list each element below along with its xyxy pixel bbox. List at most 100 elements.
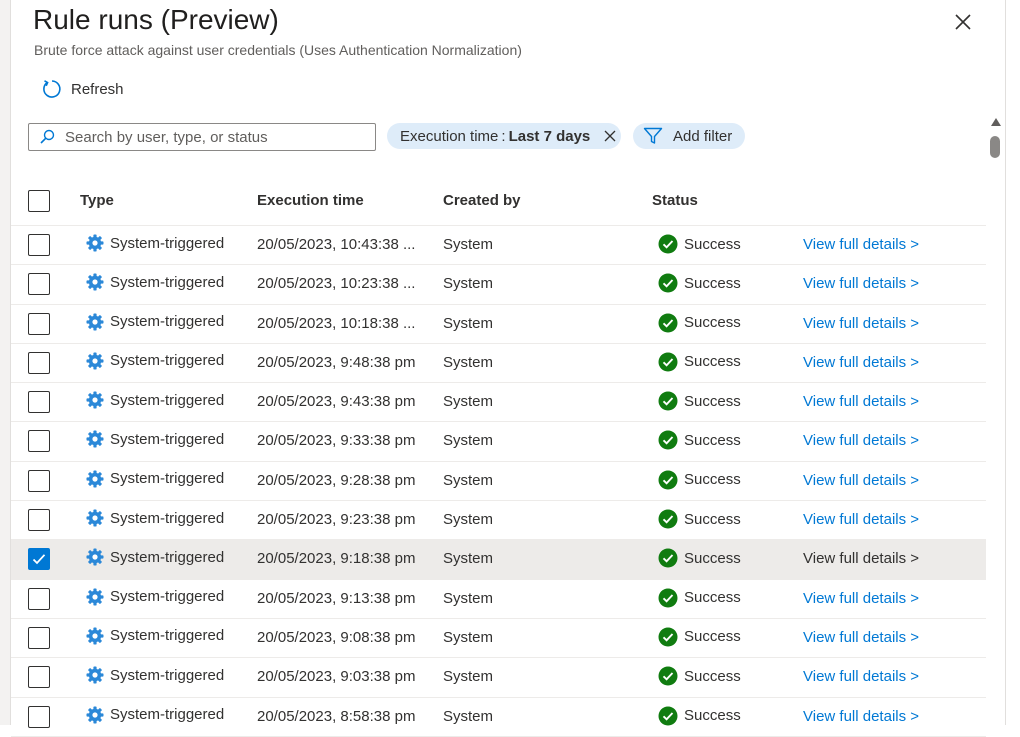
- created-by-cell: System: [443, 275, 494, 293]
- refresh-button[interactable]: Refresh: [41, 78, 124, 100]
- table-row[interactable]: System-triggered 20/05/2023, 9:28:38 pm Sy…: [11, 462, 986, 502]
- execution-time-cell: 20/05/2023, 9:28:38 pm: [257, 471, 416, 489]
- table-row[interactable]: System-triggered 20/05/2023, 10:23:38 ...…: [11, 265, 986, 305]
- row-checkbox[interactable]: [28, 587, 50, 610]
- check-circle-icon: [658, 588, 678, 608]
- table-row[interactable]: System-triggered 20/05/2023, 9:13:38 pm Sy…: [11, 580, 986, 619]
- type-label: System-triggered: [110, 509, 225, 527]
- status-label: Success: [684, 235, 741, 253]
- table-row[interactable]: System-triggered 20/05/2023, 9:43:38 pm Sy…: [11, 383, 986, 423]
- status-label: Success: [684, 707, 741, 725]
- table-row[interactable]: System-triggered 20/05/2023, 9:48:38 pm Sy…: [11, 344, 986, 384]
- table-row[interactable]: System-triggered 20/05/2023, 8:58:38 pm Sy…: [11, 698, 986, 737]
- table-row[interactable]: System-triggered 20/05/2023, 10:43:38 ...…: [11, 226, 986, 266]
- column-header-created-by[interactable]: Created by: [443, 192, 521, 209]
- status-cell: Success: [658, 273, 741, 293]
- type-cell: System-triggered: [86, 352, 224, 370]
- row-checkbox[interactable]: [28, 351, 50, 374]
- status-cell: Success: [658, 509, 741, 529]
- row-checkbox[interactable]: [28, 705, 50, 728]
- view-full-details-link[interactable]: View full details >: [803, 236, 919, 253]
- view-full-details-link[interactable]: View full details >: [803, 511, 919, 528]
- table-row[interactable]: System-triggered 20/05/2023, 9:03:38 pm Sy…: [11, 658, 986, 698]
- close-icon: [955, 14, 971, 30]
- table-row[interactable]: System-triggered 20/05/2023, 10:18:38 ...…: [11, 305, 986, 344]
- created-by-cell: System: [443, 668, 494, 686]
- check-circle-icon: [658, 666, 678, 686]
- check-circle-icon: [658, 706, 678, 726]
- created-by-cell: System: [443, 550, 494, 568]
- execution-time-cell: 20/05/2023, 9:03:38 pm: [257, 668, 416, 686]
- gear-icon: [86, 509, 104, 527]
- row-checkbox[interactable]: [28, 666, 50, 689]
- view-full-details-link[interactable]: View full details >: [803, 668, 919, 685]
- column-header-type[interactable]: Type: [80, 192, 114, 209]
- gear-icon: [86, 706, 104, 724]
- view-full-details-link[interactable]: View full details >: [803, 315, 919, 332]
- execution-time-cell: 20/05/2023, 10:43:38 ...: [257, 236, 416, 253]
- view-full-details-link[interactable]: View full details >: [803, 432, 919, 449]
- status-label: Success: [684, 431, 741, 449]
- status-cell: Success: [658, 666, 741, 686]
- view-full-details-link[interactable]: View full details >: [803, 275, 919, 292]
- column-header-status[interactable]: Status: [652, 192, 698, 209]
- view-full-details-link[interactable]: View full details >: [803, 590, 919, 607]
- check-circle-icon: [658, 391, 678, 411]
- created-by-cell: System: [443, 314, 494, 332]
- type-cell: System-triggered: [86, 666, 224, 684]
- view-full-details-link[interactable]: View full details >: [803, 708, 919, 725]
- row-checkbox[interactable]: [28, 273, 50, 296]
- type-label: System-triggered: [110, 234, 225, 252]
- view-full-details-link[interactable]: View full details >: [803, 629, 919, 646]
- add-filter-button[interactable]: Add filter: [633, 123, 745, 149]
- table-row[interactable]: System-triggered 20/05/2023, 9:23:38 pm Sy…: [11, 501, 986, 541]
- search-input[interactable]: [63, 127, 367, 147]
- status-cell: Success: [658, 470, 741, 490]
- execution-time-filter-label: Execution time: [400, 127, 499, 145]
- row-checkbox[interactable]: [28, 469, 50, 492]
- background-page-edge: [0, 0, 11, 725]
- row-checkbox[interactable]: [28, 312, 50, 335]
- status-label: Success: [684, 314, 741, 332]
- status-cell: Success: [658, 391, 741, 411]
- row-checkbox[interactable]: [28, 548, 50, 571]
- table-row[interactable]: System-triggered 20/05/2023, 9:33:38 pm Sy…: [11, 422, 986, 462]
- row-checkbox[interactable]: [28, 509, 50, 532]
- add-filter-label: Add filter: [673, 127, 733, 145]
- status-label: Success: [684, 549, 741, 567]
- execution-time-cell: 20/05/2023, 9:33:38 pm: [257, 432, 416, 450]
- execution-time-filter[interactable]: Execution time : Last 7 days: [387, 123, 621, 149]
- scrollbar-thumb[interactable]: [990, 136, 1000, 158]
- type-label: System-triggered: [110, 391, 225, 409]
- select-all-checkbox[interactable]: [28, 190, 50, 212]
- type-label: System-triggered: [110, 706, 225, 724]
- filter-icon: [643, 127, 663, 144]
- created-by-cell: System: [443, 393, 494, 411]
- row-checkbox[interactable]: [28, 391, 50, 414]
- created-by-cell: System: [443, 707, 494, 725]
- table-row[interactable]: System-triggered 20/05/2023, 9:18:38 pm Sy…: [11, 540, 986, 580]
- remove-filter-button[interactable]: [604, 130, 616, 142]
- type-label: System-triggered: [110, 430, 225, 448]
- created-by-cell: System: [443, 471, 494, 489]
- row-checkbox[interactable]: [28, 430, 50, 453]
- scroll-up-arrow-icon[interactable]: [991, 118, 1001, 126]
- view-full-details-link[interactable]: View full details >: [803, 472, 919, 489]
- gear-icon: [86, 470, 104, 488]
- column-header-execution-time[interactable]: Execution time: [257, 192, 364, 209]
- created-by-cell: System: [443, 628, 494, 646]
- checkmark-icon: [32, 554, 46, 565]
- type-cell: System-triggered: [86, 627, 224, 645]
- type-label: System-triggered: [110, 548, 225, 566]
- row-checkbox[interactable]: [28, 234, 50, 256]
- gear-icon: [86, 627, 104, 645]
- row-checkbox[interactable]: [28, 626, 50, 649]
- search-box[interactable]: [28, 123, 376, 151]
- table-header: Type Execution time Created by Status: [11, 178, 986, 226]
- view-full-details-link[interactable]: View full details >: [803, 354, 919, 371]
- view-full-details-link[interactable]: View full details >: [803, 550, 919, 567]
- table-row[interactable]: System-triggered 20/05/2023, 9:08:38 pm Sy…: [11, 619, 986, 659]
- view-full-details-link[interactable]: View full details >: [803, 393, 919, 410]
- close-button[interactable]: [953, 12, 973, 32]
- type-cell: System-triggered: [86, 234, 224, 252]
